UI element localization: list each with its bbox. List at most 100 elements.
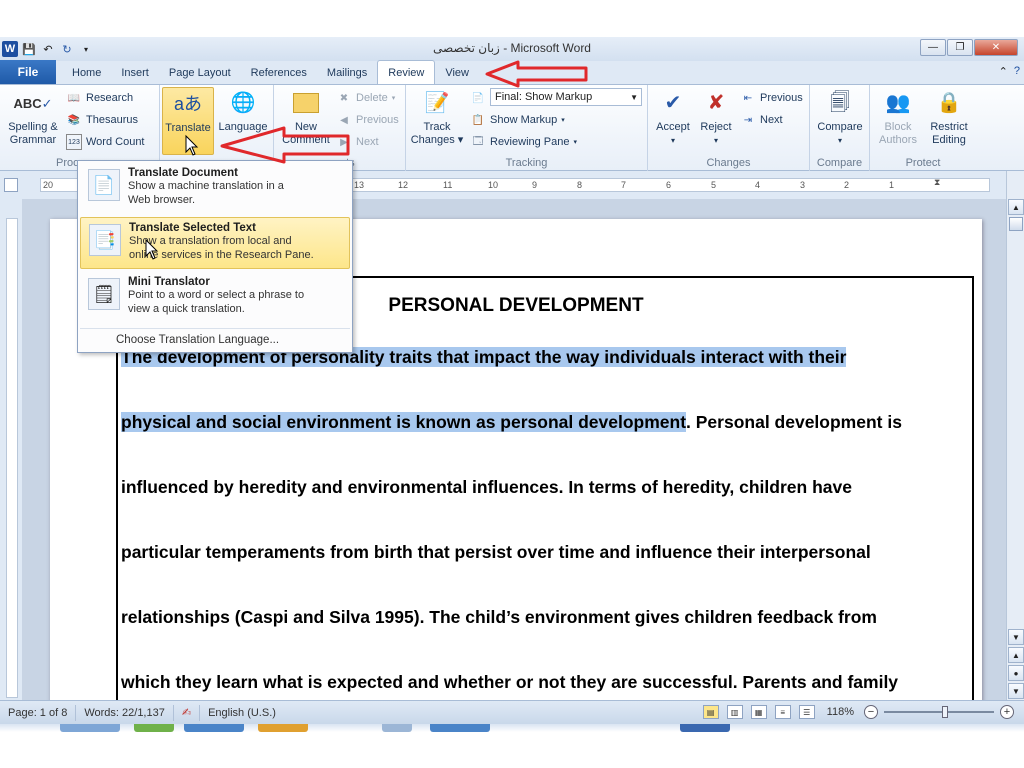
scroll-up-icon[interactable]: ▲ — [1008, 199, 1024, 215]
tab-insert[interactable]: Insert — [111, 62, 159, 84]
group-tracking: 📝 Track Changes ▾ 📄 Final: Show Markup ▼ … — [406, 85, 648, 171]
draft-icon[interactable]: ☰ — [798, 705, 815, 719]
group-comments: New Comment ✖Delete▾ ◀Previous ▶Next nts — [274, 85, 406, 171]
reject-button[interactable]: ✘ Reject ▾ — [696, 87, 736, 147]
spelling-grammar-button[interactable]: ABC ✓ Spelling & Grammar — [4, 87, 62, 147]
close-button[interactable]: ✕ — [974, 39, 1018, 56]
spelling-check-icon: ABC ✓ — [13, 95, 53, 111]
tab-home[interactable]: Home — [62, 62, 111, 84]
restrict-editing-icon: 🔒 — [936, 91, 962, 114]
tab-mailings[interactable]: Mailings — [317, 62, 377, 84]
outline-icon[interactable]: ≡ — [774, 705, 791, 719]
document-line[interactable]: relationships (Caspi and Silva 1995). Th… — [121, 607, 877, 628]
minimize-button[interactable]: — — [920, 39, 946, 56]
document-line[interactable]: influenced by heredity and environmental… — [121, 477, 852, 498]
restore-button[interactable]: ❐ — [947, 39, 973, 56]
delete-comment-button[interactable]: ✖ Delete ▾ — [336, 89, 396, 107]
indent-marker-icon[interactable]: ⧗ — [934, 177, 940, 188]
next-change-icon: ⇥ — [743, 114, 753, 126]
tab-view[interactable]: View — [435, 62, 479, 84]
new-comment-button[interactable]: New Comment — [278, 87, 334, 147]
menu-item-translate-document[interactable]: 📄 Translate Document Show a machine tran… — [80, 163, 350, 215]
previous-change-button[interactable]: ⇤ Previous — [740, 89, 803, 107]
track-changes-button[interactable]: 📝 Track Changes ▾ — [408, 87, 466, 147]
mini-translator-icon: 🗒 — [88, 278, 120, 310]
translate-button[interactable]: aあ Translate ▾ — [162, 87, 214, 155]
minimize-ribbon-icon[interactable]: ⌃ — [999, 65, 1008, 78]
taskbar-item[interactable] — [680, 724, 730, 732]
menu-item-translate-selected-text[interactable]: 📑 Translate Selected Text Show a transla… — [80, 217, 350, 269]
proofing-status-icon[interactable]: ✍ — [174, 704, 201, 721]
group-protect: 👥 Block Authors 🔒 Restrict Editing Prote… — [870, 85, 976, 171]
display-for-review-icon: 📄 — [471, 92, 485, 104]
zoom-level[interactable]: 118% — [827, 706, 854, 718]
new-comment-icon — [290, 87, 322, 119]
taskbar-item[interactable] — [258, 724, 308, 732]
compare-button[interactable]: 🗐 Compare ▾ — [812, 87, 868, 147]
scroll-thumb[interactable] — [1009, 217, 1023, 231]
taskbar-item[interactable] — [382, 724, 412, 732]
taskbar-item[interactable] — [430, 724, 490, 732]
web-layout-icon[interactable]: ▦ — [750, 705, 767, 719]
tab-references[interactable]: References — [241, 62, 317, 84]
zoom-slider[interactable] — [884, 706, 994, 718]
block-authors-button[interactable]: 👥 Block Authors — [874, 87, 922, 147]
show-markup-button[interactable]: 📋 Show Markup ▾ — [470, 111, 565, 129]
language-button[interactable]: 🌐 Language — [216, 87, 270, 134]
research-icon: 📖 — [67, 92, 81, 104]
reject-icon: ✘ — [707, 91, 725, 114]
document-line[interactable]: which they learn what is expected and wh… — [121, 672, 898, 693]
taskbar-item[interactable] — [134, 724, 174, 732]
tab-file[interactable]: File — [0, 60, 56, 84]
taskbar-item[interactable] — [60, 724, 120, 732]
print-layout-icon[interactable]: ▤ — [702, 705, 719, 719]
browse-object-icon[interactable]: ● — [1008, 665, 1024, 681]
accept-icon: ✔ — [664, 91, 682, 114]
menu-item-choose-language[interactable]: Choose Translation Language... — [80, 328, 350, 350]
word-count-button[interactable]: 123 Word Count — [66, 133, 145, 151]
previous-comment-button[interactable]: ◀ Previous — [336, 111, 399, 129]
scroll-down-icon[interactable]: ▼ — [1008, 629, 1024, 645]
taskbar-item[interactable] — [184, 724, 244, 732]
zoom-in-icon[interactable]: + — [1000, 705, 1014, 719]
group-label-changes: Changes — [706, 157, 751, 169]
accept-button[interactable]: ✔ Accept ▾ — [652, 87, 694, 147]
delete-comment-icon: ✖ — [339, 92, 349, 104]
menu-item-mini-translator[interactable]: 🗒 Mini Translator Point to a word or sel… — [80, 272, 350, 324]
next-change-button[interactable]: ⇥ Next — [740, 111, 783, 129]
vertical-scrollbar[interactable]: ▲ ▼ ▲ ● ▼ — [1006, 171, 1024, 700]
group-label-tracking: Tracking — [505, 157, 548, 169]
zoom-slider-thumb[interactable] — [942, 706, 948, 718]
title-bar: W 💾 ↶ ↻ ▾ زبان تخصصی - Microsoft Word — … — [0, 37, 1024, 61]
tab-page-layout[interactable]: Page Layout — [159, 62, 241, 84]
reviewing-pane-button[interactable]: 🗔 Reviewing Pane ▾ — [470, 133, 577, 151]
language-status[interactable]: English (U.S.) — [200, 705, 284, 721]
previous-change-icon: ⇤ — [743, 92, 753, 104]
vertical-ruler[interactable] — [6, 218, 18, 698]
page-count[interactable]: Page: 1 of 8 — [0, 704, 77, 721]
document-line[interactable]: physical and social environment is known… — [121, 412, 902, 433]
status-bar: Page: 1 of 8 Words: 22/1,137 ✍ English (… — [0, 700, 1024, 724]
zoom-out-icon[interactable]: − — [864, 705, 878, 719]
thesaurus-button[interactable]: 📚 Thesaurus — [66, 111, 138, 129]
markup-select[interactable]: Final: Show Markup ▼ — [490, 88, 642, 106]
tab-review[interactable]: Review — [377, 60, 436, 84]
research-button[interactable]: 📖 Research — [66, 89, 133, 107]
group-label-protect: Protect — [905, 157, 941, 169]
word-count[interactable]: Words: 22/1,137 — [76, 704, 174, 721]
word-count-icon: 123 — [66, 134, 82, 150]
restrict-editing-button[interactable]: 🔒 Restrict Editing — [924, 87, 974, 147]
help-icon[interactable]: ? — [1014, 65, 1020, 78]
group-language: aあ Translate ▾ 🌐 Language — [160, 85, 274, 171]
translate-icon: aあ — [173, 93, 202, 114]
full-screen-reading-icon[interactable]: ▥ — [726, 705, 743, 719]
next-page-icon[interactable]: ▼ — [1008, 683, 1024, 699]
translate-document-icon: 📄 — [88, 169, 120, 201]
tab-selector-icon[interactable] — [4, 178, 18, 192]
ribbon: ABC ✓ Spelling & Grammar 📖 Research 📚 Thesa… — [0, 85, 1024, 171]
next-comment-button[interactable]: ▶ Next — [336, 133, 378, 151]
taskbar — [0, 724, 1024, 768]
compare-icon: 🗐 — [830, 91, 850, 114]
document-line[interactable]: particular temperaments from birth that … — [121, 542, 871, 563]
previous-page-icon[interactable]: ▲ — [1008, 647, 1024, 663]
